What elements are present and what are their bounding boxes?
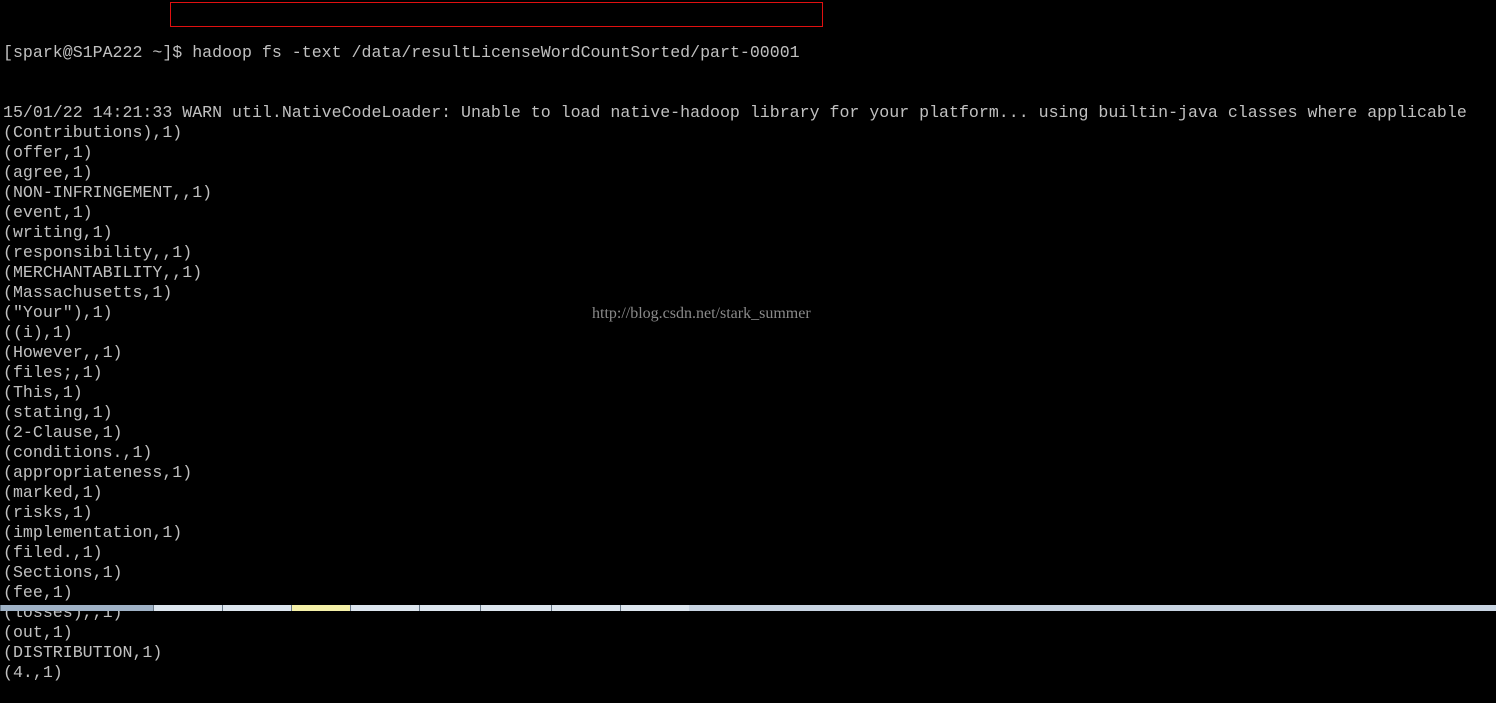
shell-prompt: [spark@S1PA222 ~]: [3, 43, 173, 62]
output-line: (filed.,1): [3, 543, 103, 562]
output-line: (event,1): [3, 203, 93, 222]
taskbar-item[interactable]: [551, 605, 620, 611]
output-line: (offer,1): [3, 143, 93, 162]
output-line: (This,1): [3, 383, 83, 402]
warning-line: 15/01/22 14:21:33 WARN util.NativeCodeLo…: [3, 103, 1467, 122]
taskbar-item[interactable]: [419, 605, 480, 611]
output-line: (marked,1): [3, 483, 103, 502]
output-line: ((i),1): [3, 323, 73, 342]
output-line: (responsibility,,1): [3, 243, 193, 262]
output-line: (implementation,1): [3, 523, 183, 542]
output-line: (Contributions),1): [3, 123, 183, 142]
command-highlight-box: [170, 2, 823, 27]
taskbar-item[interactable]: [153, 605, 222, 611]
output-line: (fee,1): [3, 583, 73, 602]
taskbar-item[interactable]: [350, 605, 419, 611]
output-line: (Sections,1): [3, 563, 123, 582]
taskbar: [0, 605, 1496, 611]
output-line: (MERCHANTABILITY,,1): [3, 263, 203, 282]
taskbar-item[interactable]: [480, 605, 551, 611]
output-line: (conditions.,1): [3, 443, 153, 462]
start-button[interactable]: [0, 605, 153, 611]
taskbar-item[interactable]: [222, 605, 291, 611]
output-line: (out,1): [3, 623, 73, 642]
output-line: (2-Clause,1): [3, 423, 123, 442]
command-text: $ hadoop fs -text /data/resultLicenseWor…: [172, 43, 800, 62]
output-line: (files;,1): [3, 363, 103, 382]
output-line: (NON-INFRINGEMENT,,1): [3, 183, 213, 202]
watermark: http://blog.csdn.net/stark_summer: [592, 305, 811, 322]
output-line: (4.,1): [3, 663, 63, 682]
terminal-output[interactable]: [spark@S1PA222 ~]$ hadoop fs -text /data…: [3, 3, 1467, 703]
output-line: (risks,1): [3, 503, 93, 522]
output-line: (stating,1): [3, 403, 113, 422]
output-line: (Massachusetts,1): [3, 283, 173, 302]
taskbar-item[interactable]: [620, 605, 689, 611]
output-line: (agree,1): [3, 163, 93, 182]
output-line: (writing,1): [3, 223, 113, 242]
command-line: [spark@S1PA222 ~]$ hadoop fs -text /data…: [3, 43, 1467, 63]
output-line: (appropriateness,1): [3, 463, 193, 482]
output-line: (However,,1): [3, 343, 123, 362]
output-line: (DISTRIBUTION,1): [3, 643, 163, 662]
taskbar-item[interactable]: [291, 605, 350, 611]
